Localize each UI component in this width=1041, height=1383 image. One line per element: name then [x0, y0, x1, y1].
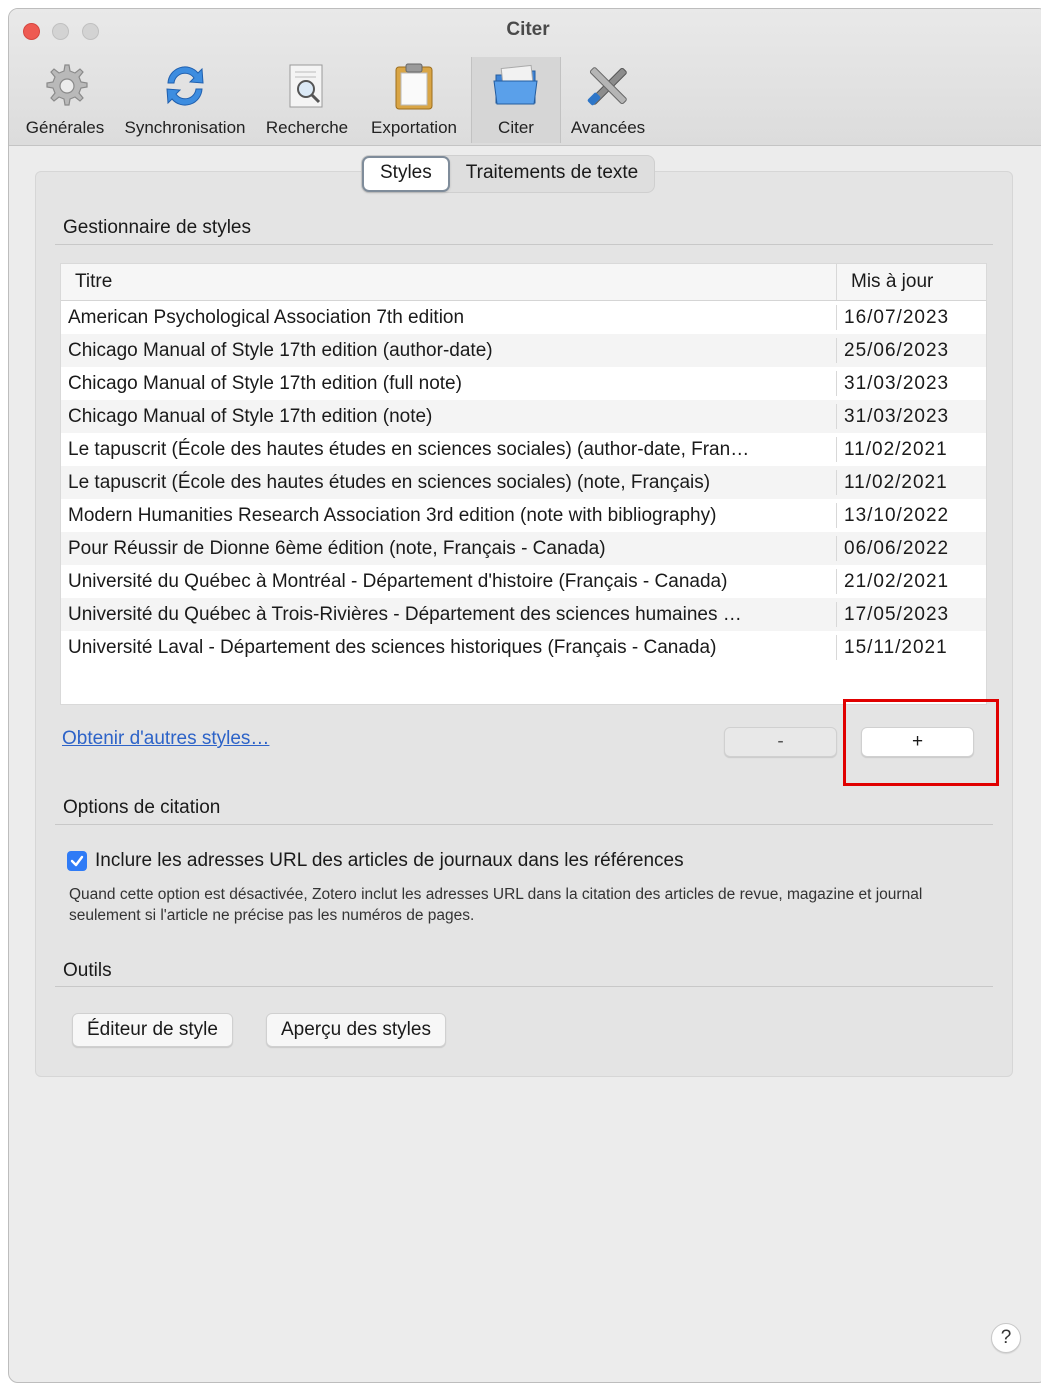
column-header-title[interactable]: Titre — [75, 264, 112, 300]
style-date-cell: 11/02/2021 — [844, 439, 948, 460]
highlight-box — [843, 699, 999, 786]
styles-table[interactable]: Titre Mis à jour American Psychological … — [60, 263, 987, 705]
cell-separator — [836, 404, 837, 429]
section-title-tools: Outils — [63, 960, 112, 981]
style-title-cell: Université du Québec à Trois-Rivières - … — [68, 604, 742, 625]
toolbar-item-avancees[interactable]: Avancées — [565, 57, 651, 143]
toolbar-label: Avancées — [570, 118, 646, 137]
table-row[interactable]: Université Laval - Département des scien… — [61, 631, 986, 664]
style-title-cell: Modern Humanities Research Association 3… — [68, 505, 717, 526]
style-date-cell: 31/03/2023 — [844, 406, 950, 427]
help-button[interactable]: ? — [991, 1323, 1021, 1353]
cell-separator — [836, 437, 837, 462]
style-title-cell: Le tapuscrit (École des hautes études en… — [68, 472, 711, 493]
titlebar: Citer Générales Synchronisation Recherch… — [9, 9, 1041, 146]
section-title-citation-options: Options de citation — [63, 797, 221, 818]
divider — [55, 244, 993, 245]
tools-icon — [587, 67, 627, 106]
column-separator[interactable] — [836, 264, 837, 300]
gear-icon — [46, 64, 88, 106]
divider — [55, 824, 993, 825]
window-title: Citer — [506, 19, 550, 40]
sync-icon — [166, 66, 204, 106]
style-preview-button[interactable]: Aperçu des styles — [266, 1013, 446, 1047]
cell-separator — [836, 602, 837, 627]
toolbar-label: Citer — [498, 118, 534, 137]
include-urls-help-text: Quand cette option est désactivée, Zoter… — [69, 886, 923, 924]
cell-separator — [836, 536, 837, 561]
style-date-cell: 21/02/2021 — [844, 571, 950, 592]
table-body: American Psychological Association 7th e… — [61, 301, 986, 664]
style-date-cell: 17/05/2023 — [844, 604, 950, 625]
toolbar-label: Exportation — [371, 118, 457, 137]
style-title-cell: Chicago Manual of Style 17th edition (no… — [68, 406, 433, 427]
cell-separator — [836, 503, 837, 528]
include-urls-label[interactable]: Inclure les adresses URL des articles de… — [95, 850, 684, 872]
folder-icon — [493, 64, 538, 105]
tab-word-processors[interactable]: Traitements de texte — [450, 156, 654, 192]
style-title-cell: Chicago Manual of Style 17th edition (fu… — [68, 373, 462, 394]
table-row[interactable]: Université du Québec à Trois-Rivières - … — [61, 598, 986, 631]
section-title-style-manager: Gestionnaire de styles — [63, 217, 251, 238]
divider — [55, 986, 993, 987]
table-row[interactable]: Chicago Manual of Style 17th edition (fu… — [61, 367, 986, 400]
toolbar-item-generales[interactable]: Générales — [17, 57, 113, 143]
cell-separator — [836, 338, 837, 363]
search-document-icon — [289, 64, 323, 108]
cell-separator — [836, 470, 837, 495]
get-more-styles-link[interactable]: Obtenir d'autres styles… — [62, 728, 269, 750]
style-date-cell: 16/07/2023 — [844, 307, 950, 328]
style-date-cell: 31/03/2023 — [844, 373, 950, 394]
toolbar-item-exportation[interactable]: Exportation — [363, 57, 465, 143]
style-date-cell: 15/11/2021 — [844, 637, 948, 658]
style-date-cell: 11/02/2021 — [844, 472, 948, 493]
cell-separator — [836, 305, 837, 330]
style-title-cell: American Psychological Association 7th e… — [68, 307, 465, 328]
style-date-cell: 25/06/2023 — [844, 340, 950, 361]
style-title-cell: Le tapuscrit (École des hautes études en… — [68, 439, 750, 460]
table-row[interactable]: Le tapuscrit (École des hautes études en… — [61, 433, 986, 466]
checkmark-icon — [70, 855, 84, 867]
style-editor-button[interactable]: Éditeur de style — [72, 1013, 233, 1047]
cell-separator — [836, 569, 837, 594]
toolbar-label: Recherche — [265, 118, 349, 137]
table-header: Titre Mis à jour — [61, 264, 986, 301]
table-row[interactable]: American Psychological Association 7th e… — [61, 301, 986, 334]
include-urls-option[interactable]: Inclure les adresses URL des articles de… — [67, 850, 684, 872]
table-row[interactable]: Modern Humanities Research Association 3… — [61, 499, 986, 532]
table-row[interactable]: Chicago Manual of Style 17th edition (au… — [61, 334, 986, 367]
toolbar-label: Synchronisation — [124, 118, 246, 137]
table-row[interactable]: Pour Réussir de Dionne 6ème édition (not… — [61, 532, 986, 565]
remove-style-button[interactable]: - — [724, 727, 837, 757]
include-urls-checkbox[interactable] — [67, 851, 87, 871]
tab-styles[interactable]: Styles — [362, 156, 450, 192]
cell-separator — [836, 635, 837, 660]
clipboard-icon — [395, 63, 433, 110]
table-row[interactable]: Le tapuscrit (École des hautes études en… — [61, 466, 986, 499]
table-row[interactable]: Chicago Manual of Style 17th edition (no… — [61, 400, 986, 433]
toolbar-item-synchronisation[interactable]: Synchronisation — [119, 57, 251, 143]
preferences-window: Citer Générales Synchronisation Recherch… — [8, 8, 1041, 1383]
toolbar-item-citer[interactable]: Citer — [471, 57, 561, 143]
column-header-updated[interactable]: Mis à jour — [851, 264, 933, 300]
style-title-cell: Pour Réussir de Dionne 6ème édition (not… — [68, 538, 606, 559]
style-title-cell: Université Laval - Département des scien… — [68, 637, 717, 658]
toolbar-item-recherche[interactable]: Recherche — [259, 57, 355, 143]
cell-separator — [836, 371, 837, 396]
style-date-cell: 13/10/2022 — [844, 505, 950, 526]
table-row[interactable]: Université du Québec à Montréal - Départ… — [61, 565, 986, 598]
style-date-cell: 06/06/2022 — [844, 538, 950, 559]
style-title-cell: Université du Québec à Montréal - Départ… — [68, 571, 728, 592]
toolbar-label: Générales — [25, 118, 105, 137]
tab-bar: Styles Traitements de texte — [361, 155, 656, 193]
style-title-cell: Chicago Manual of Style 17th edition (au… — [68, 340, 493, 361]
